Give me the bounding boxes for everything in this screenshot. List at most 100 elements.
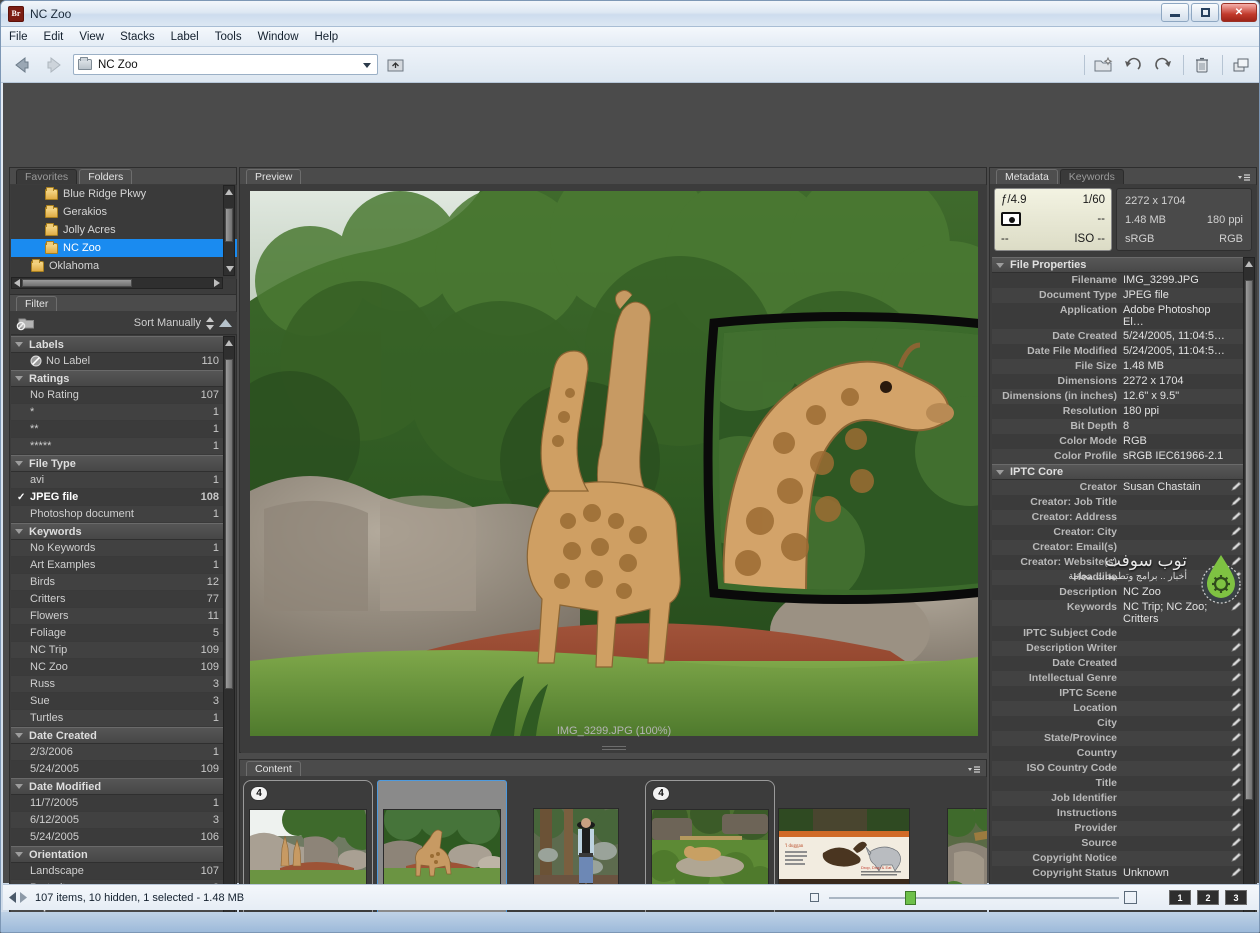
filter-row[interactable]: *****1 <box>11 438 225 455</box>
metadata-row[interactable]: Dimensions2272 x 1704 <box>992 374 1244 389</box>
metadata-value[interactable]: 1.48 MB <box>1123 360 1230 372</box>
thumbnail-image[interactable] <box>383 809 501 889</box>
filter-group-header[interactable]: Ratings <box>11 370 225 387</box>
edit-pencil-icon[interactable] <box>1230 601 1244 612</box>
rotate-clockwise-icon[interactable] <box>1151 53 1175 77</box>
stack-count-badge[interactable]: 4 <box>652 786 670 801</box>
edit-pencil-icon[interactable] <box>1230 807 1244 818</box>
menu-help[interactable]: Help <box>307 29 347 45</box>
disclosure-triangle-icon[interactable] <box>15 529 23 534</box>
filter-row[interactable]: Russ3 <box>11 676 225 693</box>
metadata-value[interactable]: 180 ppi <box>1123 405 1230 417</box>
filter-row[interactable]: ✓JPEG file108 <box>11 489 225 506</box>
filter-row[interactable]: Birds12 <box>11 574 225 591</box>
clear-filter-icon[interactable] <box>16 315 36 331</box>
thumbnail-image[interactable] <box>651 809 769 889</box>
edit-pencil-icon[interactable] <box>1230 852 1244 863</box>
metadata-value[interactable]: NC Zoo <box>1123 586 1230 598</box>
thumbnail-cell[interactable]: 4 IMG_3304.JPG <box>645 780 775 933</box>
disclosure-triangle-icon[interactable] <box>15 342 23 347</box>
folder-tree-vscrollbar[interactable] <box>223 185 235 276</box>
filter-scroll-up-icon[interactable] <box>224 338 234 348</box>
filter-row[interactable]: Art Examples1 <box>11 557 225 574</box>
metadata-row[interactable]: Instructions <box>992 806 1244 821</box>
menu-tools[interactable]: Tools <box>207 29 250 45</box>
thumbnail-cell[interactable]: · · · · ·IMG_3299.JPG <box>377 780 507 933</box>
go-up-button[interactable] <box>384 53 408 77</box>
thumbnail-cell[interactable]: IMG_3300.JPG <box>511 780 641 933</box>
filter-row[interactable]: 5/24/2005106 <box>11 829 225 846</box>
folder-tree-hscrollbar[interactable] <box>11 277 223 289</box>
folder-tree-item[interactable]: Jolly Acres <box>11 221 237 239</box>
filter-row[interactable]: 5/24/2005109 <box>11 761 225 778</box>
metadata-row[interactable]: Creator: Job Title <box>992 495 1244 510</box>
thumbnail-size-slider[interactable] <box>829 893 1119 903</box>
edit-pencil-icon[interactable] <box>1230 762 1244 773</box>
small-thumbnail-icon[interactable] <box>810 893 819 902</box>
rotate-counterclockwise-icon[interactable] <box>1121 53 1145 77</box>
scroll-left-arrow-icon[interactable] <box>12 278 22 288</box>
metadata-value[interactable]: IMG_3299.JPG <box>1123 274 1230 286</box>
menu-file[interactable]: File <box>1 29 36 45</box>
metadata-scroll-up-icon[interactable] <box>1244 259 1254 269</box>
edit-pencil-icon[interactable] <box>1230 586 1244 597</box>
maximize-button[interactable] <box>1191 3 1219 22</box>
edit-pencil-icon[interactable] <box>1230 511 1244 522</box>
disclosure-triangle-icon[interactable] <box>15 733 23 738</box>
filter-row[interactable]: Flowers11 <box>11 608 225 625</box>
filter-group-header[interactable]: File Type <box>11 455 225 472</box>
metadata-row[interactable]: Job Identifier <box>992 791 1244 806</box>
edit-pencil-icon[interactable] <box>1230 867 1244 878</box>
disclosure-triangle-icon[interactable] <box>996 470 1004 475</box>
metadata-value[interactable]: Adobe Photoshop El… <box>1123 304 1230 328</box>
edit-pencil-icon[interactable] <box>1230 792 1244 803</box>
metadata-value[interactable]: NC Trip; NC Zoo; Critters <box>1123 601 1230 625</box>
metadata-row[interactable]: Resolution180 ppi <box>992 404 1244 419</box>
metadata-value[interactable]: 8 <box>1123 420 1230 432</box>
filter-row[interactable]: *1 <box>11 404 225 421</box>
metadata-row[interactable]: Date Created5/24/2005, 11:04:5… <box>992 329 1244 344</box>
status-nav-arrows-icon[interactable] <box>9 892 27 903</box>
thumbnail-cell[interactable]: 'l duggan Drop, Drop & Eat IMG_3301.JPG <box>779 780 909 933</box>
metadata-row[interactable]: Dimensions (in inches)12.6" x 9.5" <box>992 389 1244 404</box>
stack-count-badge[interactable]: 4 <box>250 786 268 801</box>
filter-group-header[interactable]: Orientation <box>11 846 225 863</box>
disclosure-triangle-icon[interactable] <box>996 263 1004 268</box>
filter-row[interactable]: Turtles1 <box>11 710 225 727</box>
menu-edit[interactable]: Edit <box>36 29 72 45</box>
metadata-value[interactable]: sRGB IEC61966-2.1 <box>1123 450 1230 462</box>
chevron-down-icon[interactable] <box>363 63 371 68</box>
tab-keywords[interactable]: Keywords <box>1060 169 1124 184</box>
metadata-row[interactable]: Provider <box>992 821 1244 836</box>
edit-pencil-icon[interactable] <box>1230 571 1244 582</box>
metadata-value[interactable]: 5/24/2005, 11:04:5… <box>1123 345 1230 357</box>
filter-row[interactable]: Landscape107 <box>11 863 225 880</box>
disclosure-triangle-icon[interactable] <box>15 461 23 466</box>
metadata-row[interactable]: Headline <box>992 570 1244 585</box>
thumbnail-cell[interactable]: IM <box>913 780 987 933</box>
metadata-row[interactable]: Creator: Website(s) <box>992 555 1244 570</box>
metadata-value[interactable]: 12.6" x 9.5" <box>1123 390 1230 402</box>
filter-group-header[interactable]: Keywords <box>11 523 225 540</box>
thumbnail-image[interactable] <box>249 809 367 889</box>
folder-tree-item[interactable]: NC Zoo <box>11 239 237 257</box>
filter-row[interactable]: NC Trip109 <box>11 642 225 659</box>
edit-pencil-icon[interactable] <box>1230 657 1244 668</box>
disclosure-triangle-icon[interactable] <box>15 852 23 857</box>
edit-pencil-icon[interactable] <box>1230 481 1244 492</box>
metadata-section-header[interactable]: IPTC Core <box>992 464 1244 480</box>
metadata-value[interactable]: JPEG file <box>1123 289 1230 301</box>
metadata-value[interactable]: RGB <box>1123 435 1230 447</box>
large-thumbnail-icon[interactable] <box>1124 891 1137 904</box>
metadata-row[interactable]: Creator: City <box>992 525 1244 540</box>
metadata-row[interactable]: Source <box>992 836 1244 851</box>
tab-metadata[interactable]: Metadata <box>996 169 1058 184</box>
disclosure-triangle-icon[interactable] <box>15 784 23 789</box>
preview-resize-gripper[interactable] <box>602 744 626 750</box>
metadata-row[interactable]: ApplicationAdobe Photoshop El… <box>992 303 1244 329</box>
filter-row[interactable]: **1 <box>11 421 225 438</box>
path-breadcrumb-input[interactable]: NC Zoo <box>73 54 378 75</box>
metadata-row[interactable]: City <box>992 716 1244 731</box>
filter-group-header[interactable]: Date Created <box>11 727 225 744</box>
back-arrow-icon[interactable] <box>11 54 33 76</box>
